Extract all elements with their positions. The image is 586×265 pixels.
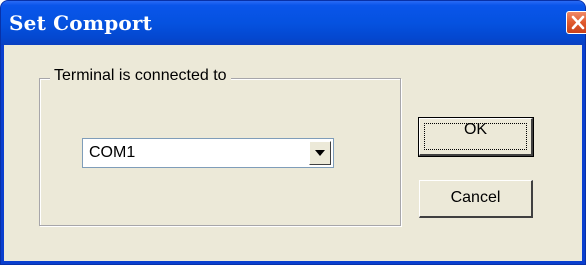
title-bar[interactable]: Set Comport: [1, 1, 585, 45]
dropdown-arrow-button[interactable]: [309, 141, 331, 165]
cancel-button[interactable]: Cancel: [419, 180, 533, 218]
chevron-down-icon: [315, 150, 325, 156]
close-icon: [571, 15, 585, 30]
close-button[interactable]: [566, 11, 586, 34]
comport-select-value: COM1: [89, 144, 136, 161]
ok-button[interactable]: OK: [418, 117, 534, 157]
groupbox-label: Terminal is connected to: [50, 67, 231, 85]
ok-button-label: OK: [463, 121, 488, 138]
cancel-button-label: Cancel: [450, 189, 501, 206]
dialog-body: Terminal is connected to COM1 OK Cancel: [4, 45, 582, 261]
set-comport-dialog: Set Comport Terminal is connected to COM…: [0, 0, 586, 265]
comport-select[interactable]: COM1: [82, 138, 334, 168]
window-title: Set Comport: [9, 11, 153, 35]
